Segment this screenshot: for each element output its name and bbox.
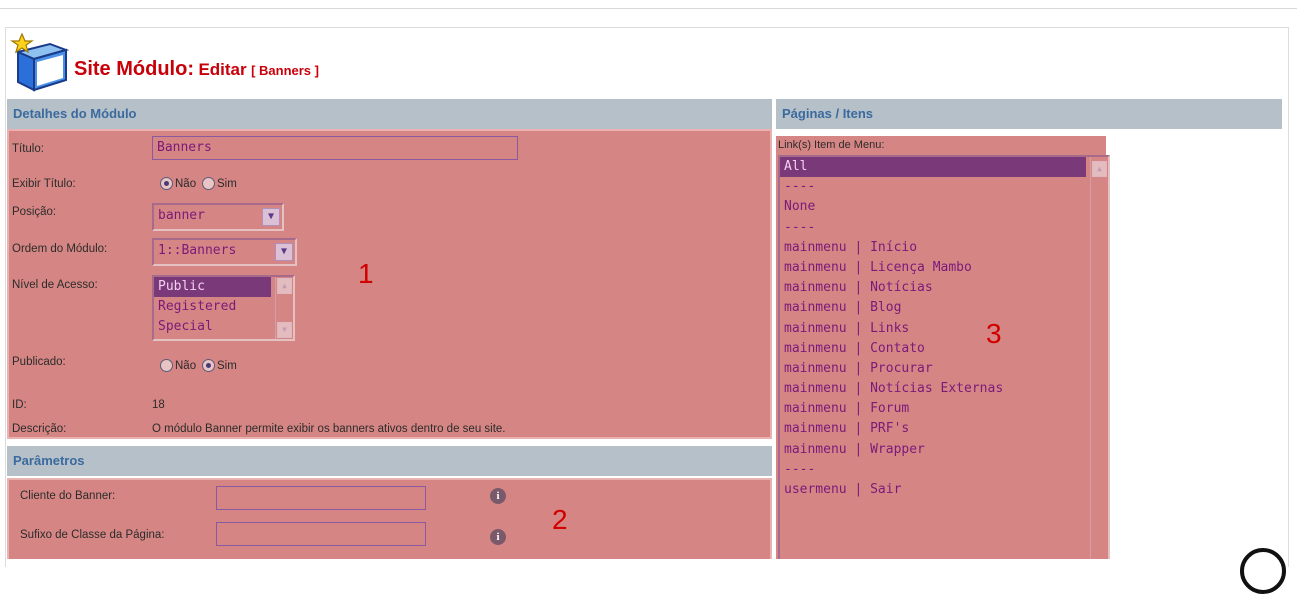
pages-option[interactable]: mainmenu | Licença Mambo bbox=[780, 258, 1108, 278]
exibir-sim-radio[interactable]: Sim bbox=[202, 177, 237, 190]
publicado-sim-radio[interactable]: Sim bbox=[202, 359, 237, 372]
radio-checked-icon bbox=[160, 177, 173, 190]
pages-option[interactable]: mainmenu | Procurar bbox=[780, 359, 1108, 379]
radio-unchecked-icon bbox=[160, 359, 173, 372]
details-panel bbox=[7, 129, 772, 439]
scroll-up-icon[interactable]: ▲ bbox=[1092, 161, 1107, 177]
posicao-value: banner bbox=[158, 208, 205, 223]
details-header: Detalhes do Módulo bbox=[7, 99, 772, 129]
cliente-input[interactable] bbox=[216, 486, 426, 510]
pages-scrollbar[interactable]: ▲ bbox=[1090, 157, 1108, 559]
exibir-nao-label: Não bbox=[175, 177, 197, 190]
publicado-nao-label: Não bbox=[175, 359, 197, 372]
ordem-label: Ordem do Módulo: bbox=[12, 243, 108, 255]
pages-option[interactable]: mainmenu | Início bbox=[780, 238, 1108, 258]
posicao-label: Posição: bbox=[12, 206, 57, 218]
descricao-value: O módulo Banner permite exibir os banner… bbox=[152, 423, 506, 435]
nivel-option-registered[interactable]: Registered bbox=[154, 297, 293, 317]
radio-checked-icon bbox=[202, 359, 215, 372]
annotation-number-2: 2 bbox=[552, 504, 568, 535]
pages-option[interactable]: mainmenu | PRF's bbox=[780, 419, 1108, 439]
module-box-icon bbox=[10, 32, 70, 92]
pages-option[interactable]: mainmenu | Wrapper bbox=[780, 440, 1108, 460]
pages-option[interactable]: mainmenu | Contato bbox=[780, 339, 1108, 359]
top-divider bbox=[0, 8, 1297, 9]
nivel-listbox[interactable]: Public Registered Special ▲ ▼ bbox=[152, 275, 295, 341]
pages-option[interactable]: ---- bbox=[780, 218, 1108, 238]
titulo-label: Título: bbox=[12, 143, 44, 155]
scroll-up-icon[interactable]: ▲ bbox=[277, 278, 292, 294]
title-module-name: [ Banners ] bbox=[251, 63, 319, 78]
page-title: Site Módulo: Editar [ Banners ] bbox=[74, 58, 319, 81]
nivel-label: Nível de Acesso: bbox=[12, 279, 98, 291]
chevron-down-icon: ▼ bbox=[275, 243, 293, 261]
links-label: Link(s) Item de Menu: bbox=[778, 139, 885, 151]
cursor-circle-icon bbox=[1240, 548, 1286, 594]
pages-header: Páginas / Itens bbox=[776, 99, 1282, 129]
nivel-scrollbar[interactable]: ▲ ▼ bbox=[275, 277, 293, 339]
publicado-label: Publicado: bbox=[12, 356, 66, 368]
params-header: Parâmetros bbox=[7, 446, 772, 476]
descricao-label: Descrição: bbox=[12, 423, 67, 435]
sufixo-input[interactable] bbox=[216, 522, 426, 546]
ordem-value: 1::Banners bbox=[158, 243, 237, 258]
exibir-titulo-label: Exibir Título: bbox=[12, 178, 76, 190]
page-header bbox=[10, 32, 70, 92]
scroll-down-icon[interactable]: ▼ bbox=[277, 322, 292, 338]
exibir-sim-label: Sim bbox=[217, 177, 237, 190]
annotation-number-3: 3 bbox=[986, 318, 1002, 349]
exibir-nao-radio[interactable]: Não bbox=[160, 177, 196, 190]
pages-option[interactable]: mainmenu | Notícias bbox=[780, 278, 1108, 298]
pages-option[interactable]: mainmenu | Links bbox=[780, 319, 1108, 339]
posicao-select[interactable]: banner ▼ bbox=[152, 203, 284, 231]
chevron-down-icon: ▼ bbox=[262, 208, 280, 226]
title-site-module: Site Módulo: bbox=[74, 58, 194, 80]
id-label: ID: bbox=[12, 399, 27, 411]
id-value: 18 bbox=[152, 399, 165, 411]
info-icon[interactable]: i bbox=[490, 488, 506, 504]
pages-option[interactable]: All bbox=[780, 157, 1086, 178]
nivel-option-special[interactable]: Special bbox=[154, 317, 293, 337]
annotation-number-1: 1 bbox=[358, 258, 374, 289]
cliente-label: Cliente do Banner: bbox=[20, 490, 116, 502]
pages-option[interactable]: mainmenu | Blog bbox=[780, 298, 1108, 318]
publicado-nao-radio[interactable]: Não bbox=[160, 359, 196, 372]
title-edit: Editar bbox=[198, 60, 247, 79]
pages-option[interactable]: mainmenu | Forum bbox=[780, 399, 1108, 419]
pages-option[interactable]: usermenu | Sair bbox=[780, 480, 1108, 500]
pages-option[interactable]: mainmenu | Notícias Externas bbox=[780, 379, 1108, 399]
nivel-option-public[interactable]: Public bbox=[154, 277, 271, 297]
pages-listbox[interactable]: All ---- None ---- mainmenu | Início mainmenu… bbox=[778, 155, 1110, 559]
titulo-input[interactable]: Banners bbox=[152, 136, 518, 160]
ordem-select[interactable]: 1::Banners ▼ bbox=[152, 238, 297, 266]
pages-option[interactable]: None bbox=[780, 197, 1108, 217]
pages-option[interactable]: ---- bbox=[780, 460, 1108, 480]
publicado-sim-label: Sim bbox=[217, 359, 237, 372]
radio-unchecked-icon bbox=[202, 177, 215, 190]
info-icon[interactable]: i bbox=[490, 529, 506, 545]
sufixo-label: Sufixo de Classe da Página: bbox=[20, 529, 165, 541]
pages-option[interactable]: ---- bbox=[780, 177, 1108, 197]
